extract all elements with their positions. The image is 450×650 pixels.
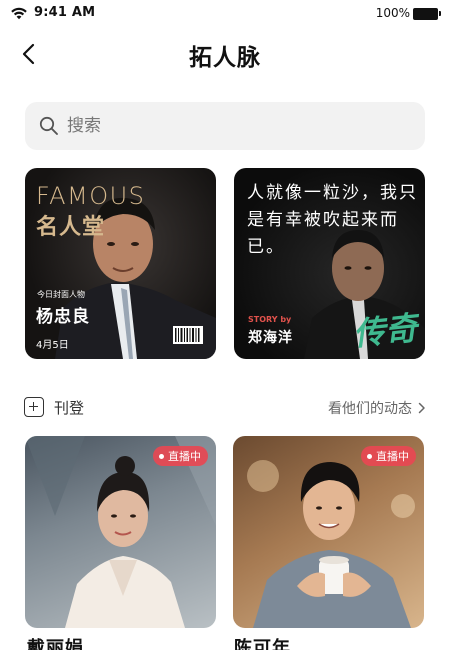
cover-date: 4月5日	[36, 340, 69, 351]
see-activity-link[interactable]: 看他们的动态	[328, 398, 426, 418]
chevron-right-icon	[418, 402, 426, 414]
live-badge: 直播中	[361, 446, 416, 466]
battery-icon	[413, 8, 441, 20]
post-button[interactable]: 刊登	[24, 396, 84, 418]
story-quote: 人就像一粒沙，我只是有幸被吹起来而已。	[247, 183, 418, 257]
search-box[interactable]	[25, 102, 425, 150]
story-person-name: 郑海洋	[248, 330, 293, 346]
status-time: 9:41 AM	[34, 5, 96, 20]
status-bar: 9:41 AM 100%	[0, 0, 450, 28]
battery-percent: 100%	[375, 6, 410, 20]
live-person-name[interactable]: 陈可年	[234, 634, 291, 650]
screen: 9:41 AM 100% 拓人脉 搜索 FAMOUS 名人堂 今日封面人物 杨忠…	[0, 0, 450, 650]
cover-person-name: 杨忠良	[36, 307, 90, 327]
live-card[interactable]: 直播中	[233, 436, 424, 628]
story-label: STORY by	[248, 315, 292, 324]
search-input[interactable]	[67, 102, 407, 150]
wifi-icon	[10, 6, 28, 20]
see-activity-label: 看他们的动态	[328, 401, 412, 417]
famous-subtitle: 名人堂	[36, 215, 106, 240]
legend-brand-text: 传奇	[351, 308, 420, 354]
featured-card-famous[interactable]: FAMOUS 名人堂 今日封面人物 杨忠良 4月5日	[25, 168, 216, 359]
search-icon	[39, 116, 59, 136]
live-card[interactable]: 直播中	[25, 436, 216, 628]
live-badge: 直播中	[153, 446, 208, 466]
famous-title: FAMOUS	[36, 182, 146, 210]
barcode-icon	[173, 326, 203, 344]
live-dot-icon	[367, 453, 372, 459]
page-title: 拓人脉	[189, 45, 261, 71]
live-badge-label: 直播中	[376, 450, 409, 463]
post-label: 刊登	[54, 398, 85, 417]
live-dot-icon	[159, 453, 164, 459]
live-person-name[interactable]: 戴丽娟	[27, 634, 84, 650]
cover-label: 今日封面人物	[37, 290, 85, 299]
live-badge-label: 直播中	[168, 450, 201, 463]
featured-card-story[interactable]: 人就像一粒沙，我只是有幸被吹起来而已。 STORY by 郑海洋 传奇	[234, 168, 425, 359]
plus-box-icon	[24, 397, 44, 417]
